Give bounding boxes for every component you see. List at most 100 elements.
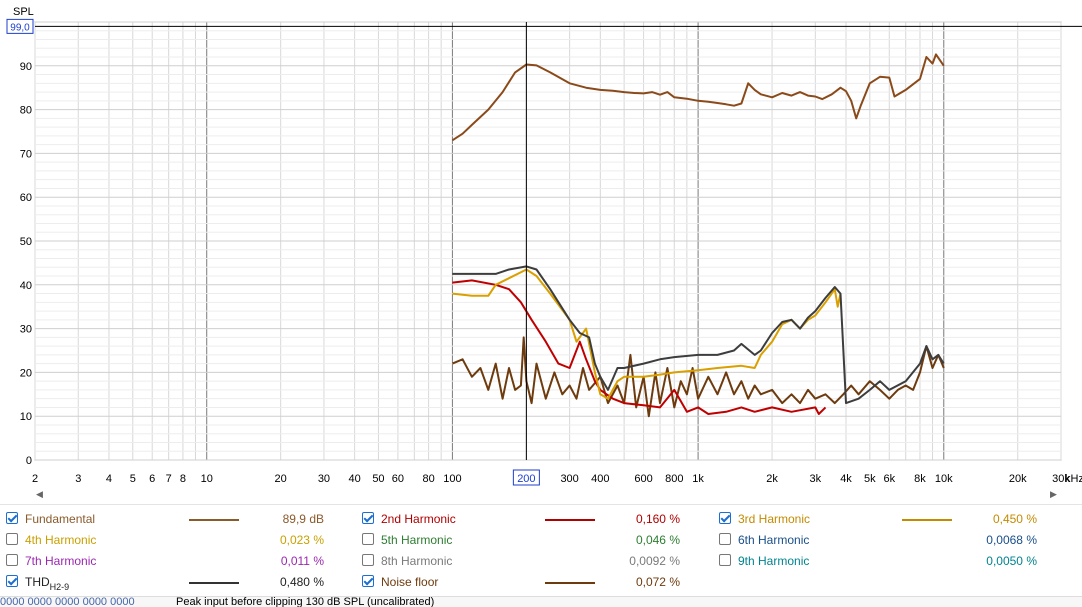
status-message: Peak input before clipping 130 dB SPL (u…	[176, 596, 435, 607]
checkbox-6th-harmonic[interactable]	[719, 533, 731, 545]
y-tick-label: 40	[20, 280, 32, 292]
legend-swatch	[545, 519, 595, 521]
x-tick-label: 300	[560, 473, 578, 485]
x-tick-label: 50	[372, 473, 384, 485]
legend-value: 0,0092 %	[629, 554, 680, 568]
legend-swatch	[902, 519, 952, 521]
legend-value: 89,9 dB	[282, 512, 324, 526]
legend-panel: Fundamental 89,9 dB 2nd Harmonic 0,160 % 3rd…	[0, 504, 1082, 597]
legend-name: 9th Harmonic	[738, 554, 809, 568]
legend-item-2nd-harmonic[interactable]: 2nd Harmonic 0,160 %	[362, 509, 712, 529]
legend-swatch	[545, 582, 595, 584]
legend-name-text: Fundamental	[25, 512, 96, 526]
legend-name-text: 4th Harmonic	[25, 533, 97, 547]
y-tick-label: 90	[20, 61, 32, 73]
legend-name-text: 7th Harmonic	[25, 554, 97, 568]
legend-value: 0,072 %	[635, 575, 680, 589]
legend-name-text: 9th Harmonic	[738, 554, 810, 568]
checkbox-2nd-harmonic[interactable]	[362, 512, 374, 524]
cursor-x-label: 200	[517, 473, 535, 485]
x-tick-label: 7	[166, 473, 172, 485]
x-tick-label: 3k	[810, 473, 822, 485]
legend-name-text: 2nd Harmonic	[381, 512, 456, 526]
x-tick-label: 2	[32, 473, 38, 485]
checkbox-noise-floor[interactable]	[362, 575, 374, 587]
x-tick-label: 100	[443, 473, 461, 485]
x-tick-label: 80	[422, 473, 434, 485]
x-tick-label: 6k	[883, 473, 895, 485]
x-tick-label: 1k	[692, 473, 704, 485]
x-tick-label: 3	[75, 473, 81, 485]
legend-name-subscript: H2-9	[49, 582, 70, 592]
legend-name: 3rd Harmonic	[738, 512, 810, 526]
x-tick-label: 2k	[766, 473, 778, 485]
x-tick-label: 60	[392, 473, 404, 485]
cursor-y-label: 99,0	[10, 22, 30, 33]
checkbox-5th-harmonic[interactable]	[362, 533, 374, 545]
checkbox-4th-harmonic[interactable]	[6, 533, 18, 545]
legend-value: 0,160 %	[635, 512, 680, 526]
legend-name-text: 8th Harmonic	[381, 554, 453, 568]
legend-item-thd[interactable]: THDH2-9 0,480 %	[6, 572, 356, 592]
legend-item-9th-harmonic[interactable]: 9th Harmonic 0,0050 %	[719, 551, 1069, 571]
x-unit-label: kHz	[1065, 473, 1082, 485]
x-tick-label: 4k	[840, 473, 852, 485]
y-tick-label: 0	[26, 455, 32, 467]
x-tick-label: 20	[275, 473, 287, 485]
horizontal-scrollbar[interactable]: ◀ ▶	[0, 489, 1082, 501]
legend-value: 0,480 %	[279, 575, 324, 589]
legend-name: 7th Harmonic	[25, 554, 96, 568]
checkbox-fundamental[interactable]	[6, 512, 18, 524]
x-tick-label: 10	[201, 473, 213, 485]
legend-item-8th-harmonic[interactable]: 8th Harmonic 0,0092 %	[362, 551, 712, 571]
legend-item-3rd-harmonic[interactable]: 3rd Harmonic 0,450 %	[719, 509, 1069, 529]
legend-name: 8th Harmonic	[381, 554, 452, 568]
legend-name-text: THD	[25, 575, 50, 589]
legend-item-noise-floor[interactable]: Noise floor 0,072 %	[362, 572, 712, 592]
legend-name-text: Noise floor	[381, 575, 439, 589]
x-tick-label: 5k	[864, 473, 876, 485]
checkbox-7th-harmonic[interactable]	[6, 554, 18, 566]
legend-name: THDH2-9	[25, 575, 69, 592]
checkbox-9th-harmonic[interactable]	[719, 554, 731, 566]
legend-value: 0,046 %	[635, 533, 680, 547]
scroll-right-icon[interactable]: ▶	[1050, 489, 1057, 500]
legend-name-text: 3rd Harmonic	[738, 512, 811, 526]
x-tick-label: 5	[130, 473, 136, 485]
distortion-chart[interactable]: 0 10 20 30 40 50 60 70 80 90 2 3 4 5 6 7 8 10 20 30 40 50 60 80…	[0, 0, 1082, 490]
x-tick-label: 600	[634, 473, 652, 485]
legend-item-6th-harmonic[interactable]: 6th Harmonic 0,0068 %	[719, 530, 1069, 550]
x-tick-label: 4	[106, 473, 112, 485]
legend-item-fundamental[interactable]: Fundamental 89,9 dB	[6, 509, 356, 529]
scroll-left-icon[interactable]: ◀	[36, 489, 43, 500]
legend-name-text: 6th Harmonic	[738, 533, 810, 547]
x-tick-label: 8	[180, 473, 186, 485]
y-tick-label: 70	[20, 148, 32, 160]
legend-item-4th-harmonic[interactable]: 4th Harmonic 0,023 %	[6, 530, 356, 550]
legend-value: 0,0050 %	[986, 554, 1037, 568]
legend-name: Noise floor	[381, 575, 438, 589]
checkbox-3rd-harmonic[interactable]	[719, 512, 731, 524]
legend-name: Fundamental	[25, 512, 95, 526]
x-tick-label: 10k	[935, 473, 953, 485]
x-tick-label: 400	[591, 473, 609, 485]
y-tick-label: 80	[20, 105, 32, 117]
checkbox-thd[interactable]	[6, 575, 18, 587]
legend-swatch	[189, 582, 239, 584]
x-tick-label: 800	[665, 473, 683, 485]
x-tick-label: 30	[318, 473, 330, 485]
legend-name: 4th Harmonic	[25, 533, 96, 547]
legend-value: 0,023 %	[279, 533, 324, 547]
y-tick-label: 30	[20, 324, 32, 336]
y-tick-label: 50	[20, 236, 32, 248]
x-tick-label: 40	[349, 473, 361, 485]
checkbox-8th-harmonic[interactable]	[362, 554, 374, 566]
legend-value: 0,011 %	[280, 554, 324, 568]
y-axis-label: SPL	[13, 6, 34, 18]
legend-name: 5th Harmonic	[381, 533, 452, 547]
legend-item-7th-harmonic[interactable]: 7th Harmonic 0,011 %	[6, 551, 356, 571]
legend-item-5th-harmonic[interactable]: 5th Harmonic 0,046 %	[362, 530, 712, 550]
y-tick-label: 10	[20, 411, 32, 423]
status-readout: 0000 0000 0000 0000 0000	[0, 596, 135, 607]
legend-value: 0,450 %	[992, 512, 1037, 526]
